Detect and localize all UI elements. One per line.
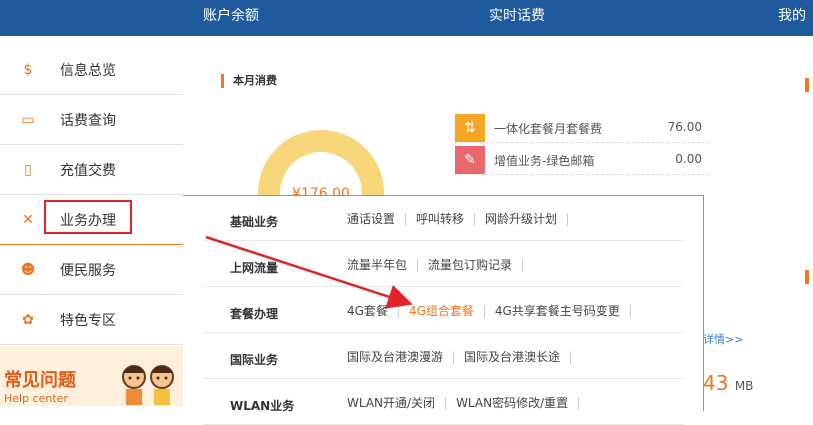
- annotation-arrow: [205, 235, 413, 309]
